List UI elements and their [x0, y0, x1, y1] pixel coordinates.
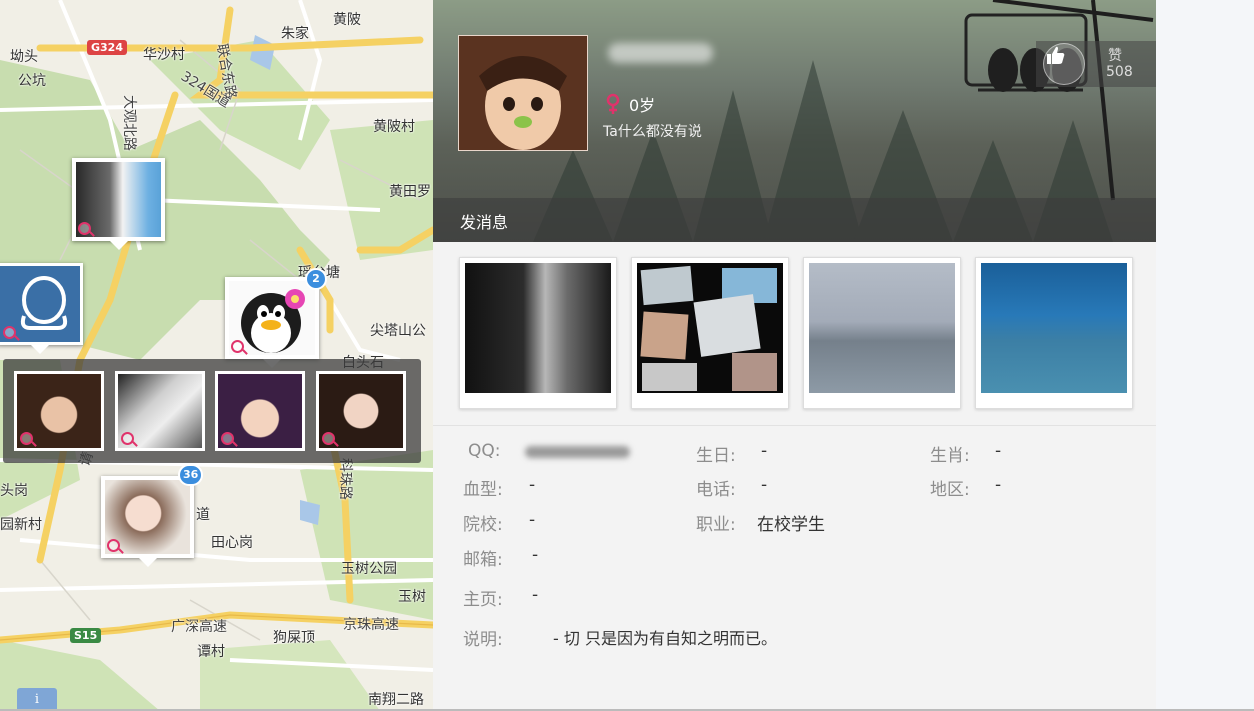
age-row: 0岁: [605, 92, 655, 116]
profile-cover: 0岁 Ta什么都没有说 赞 508 发消息: [433, 0, 1156, 242]
age-text: 0岁: [629, 96, 656, 115]
profile-avatar[interactable]: [458, 35, 588, 151]
female-icon: [221, 432, 234, 445]
photo-image: [465, 263, 611, 393]
app-root: 坳头 公坑 华沙村 朱家 黄陂 联合东路 324国道 大观北路 黄陂村 黄田罗 …: [0, 0, 1254, 711]
map-place-label: 公坑: [18, 73, 46, 89]
like-count: 508: [1106, 64, 1133, 80]
field-label-qq: QQ:: [468, 441, 501, 461]
map-place-label: 谭村: [197, 644, 225, 660]
album-photo[interactable]: [803, 257, 961, 409]
profile-panel: 0岁 Ta什么都没有说 赞 508 发消息 QQ: 生日: - 生肖: - 血型…: [433, 0, 1156, 711]
female-icon: [78, 222, 91, 235]
cluster-user-thumb[interactable]: [316, 371, 406, 451]
like-label: 赞: [1108, 48, 1122, 64]
map-place-label: 黄田罗: [389, 184, 431, 200]
field-value-description: - 切 只是因为有自知之明而已。: [553, 629, 777, 648]
avatar-photo: [459, 36, 587, 150]
nickname-blurred: [608, 43, 713, 63]
map-road-label: 广深高速: [171, 619, 227, 635]
field-label-phone: 电话:: [696, 480, 736, 500]
map-place-label: 狗屎顶: [273, 630, 315, 646]
field-label-zodiac: 生肖:: [930, 446, 970, 466]
cluster-user-thumb[interactable]: [14, 371, 104, 451]
field-label-email: 邮箱:: [463, 550, 503, 570]
field-value-email: -: [532, 545, 539, 565]
map-place-label: 黄陂村: [373, 119, 415, 135]
map-road-label: 大观北路: [121, 95, 137, 151]
field-value-zodiac: -: [995, 441, 1002, 461]
section-divider: [433, 425, 1156, 426]
female-icon: [121, 432, 134, 445]
map-place-label: 朱家: [281, 26, 309, 42]
field-value-phone: -: [761, 475, 768, 495]
map-place-label: 坳头: [10, 49, 38, 65]
send-message-button[interactable]: 发消息: [460, 209, 508, 233]
map-cluster-marker[interactable]: [225, 277, 319, 368]
map-cluster-marker[interactable]: [101, 476, 194, 567]
map-place-label: 黄陂: [333, 12, 361, 28]
cluster-user-thumb[interactable]: [215, 371, 305, 451]
like-button[interactable]: [1043, 43, 1085, 85]
map-user-marker[interactable]: [72, 158, 165, 250]
highway-shield: G324: [87, 40, 127, 55]
cluster-popup: [3, 359, 421, 463]
map-info-button[interactable]: i: [17, 688, 57, 711]
highway-shield: S15: [70, 628, 102, 643]
field-label-region: 地区:: [930, 480, 970, 500]
field-label-job: 职业:: [696, 515, 736, 535]
field-label-birthday: 生日:: [696, 446, 736, 466]
photo-image: [809, 263, 955, 393]
photo-image: [981, 263, 1127, 393]
photo-strip: [459, 257, 1139, 409]
female-icon: [20, 432, 33, 445]
field-label-description: 说明:: [463, 630, 503, 650]
field-label-homepage: 主页:: [463, 590, 503, 610]
field-value-blood: -: [529, 475, 536, 495]
map-place-label: 玉树公园: [341, 561, 397, 577]
field-value-homepage: -: [532, 585, 539, 605]
female-icon: [322, 432, 335, 445]
like-box: 赞 508: [1036, 41, 1156, 87]
photo-image: [637, 263, 783, 393]
map-user-marker[interactable]: [0, 263, 83, 354]
map-road-label: 科珠路: [337, 458, 353, 500]
field-label-blood: 血型:: [463, 480, 503, 500]
female-icon: [3, 326, 16, 339]
map-place-label: 华沙村: [143, 47, 185, 63]
album-photo[interactable]: [631, 257, 789, 409]
thumbs-up-icon: [1047, 46, 1065, 64]
map-place-label: 园新村: [0, 517, 42, 533]
window-gutter: [1156, 0, 1254, 711]
map-place-label: 田心岗: [211, 535, 253, 551]
map-place-label: 尖塔山公: [370, 323, 426, 339]
album-photo[interactable]: [459, 257, 617, 409]
field-value-job: 在校学生: [757, 515, 825, 535]
map-place-label: 玉树: [398, 589, 426, 605]
cluster-count-badge: 36: [178, 464, 204, 486]
qq-number-blurred: [525, 446, 630, 458]
female-icon: [231, 340, 244, 353]
map-view[interactable]: 坳头 公坑 华沙村 朱家 黄陂 联合东路 324国道 大观北路 黄陂村 黄田罗 …: [0, 0, 433, 711]
female-icon: [605, 93, 621, 115]
map-place-label: 头岗: [0, 483, 28, 499]
cluster-count-badge: 2: [305, 268, 327, 290]
map-road-label: 京珠高速: [343, 617, 399, 633]
album-photo[interactable]: [975, 257, 1133, 409]
field-label-school: 院校:: [463, 515, 503, 535]
status-text: Ta什么都没有说: [603, 124, 702, 140]
map-place-label: 道: [196, 507, 210, 523]
field-value-school: -: [529, 510, 536, 530]
cluster-user-thumb[interactable]: [115, 371, 205, 451]
female-icon: [107, 539, 120, 552]
map-place-label: 南翔二路: [368, 692, 424, 708]
message-bar: 发消息: [433, 198, 1156, 242]
field-value-birthday: -: [761, 441, 768, 461]
field-value-region: -: [995, 475, 1002, 495]
